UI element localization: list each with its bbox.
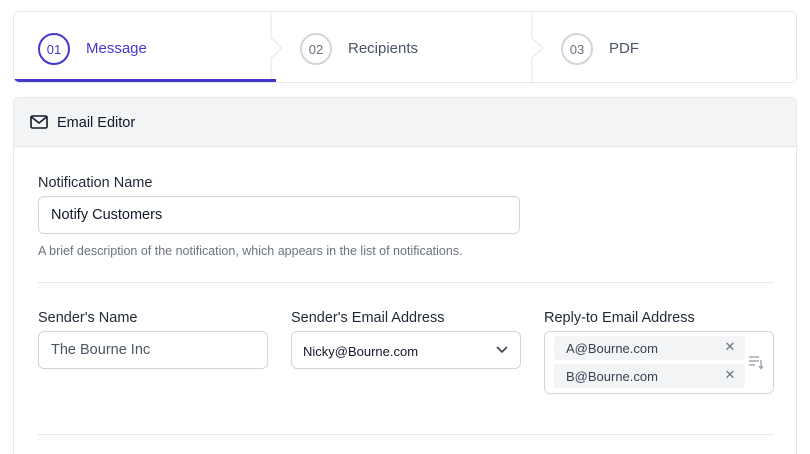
step-label: PDF xyxy=(609,40,639,57)
sender-email-value: Nicky@Bourne.com xyxy=(303,344,419,359)
step-number-circle: 03 xyxy=(561,33,593,65)
reply-to-chip: A@Bourne.com ✕ xyxy=(554,336,745,360)
sender-email-label: Sender's Email Address xyxy=(291,310,445,326)
step-recipients[interactable]: 02 Recipients xyxy=(276,12,537,82)
step-label: Message xyxy=(86,40,147,57)
mail-icon xyxy=(30,115,48,129)
remove-chip-icon[interactable]: ✕ xyxy=(723,340,737,354)
remove-chip-icon[interactable]: ✕ xyxy=(723,368,737,382)
divider xyxy=(38,282,774,283)
step-message[interactable]: 01 Message xyxy=(14,12,276,82)
card-title: Email Editor xyxy=(57,115,136,131)
reply-to-chip: B@Bourne.com ✕ xyxy=(554,364,745,388)
step-number-circle: 01 xyxy=(38,33,70,65)
sender-name-label: Sender's Name xyxy=(38,310,138,326)
step-label: Recipients xyxy=(348,40,419,57)
chip-label: A@Bourne.com xyxy=(566,341,658,356)
notification-name-input[interactable] xyxy=(38,196,520,234)
reply-to-multiselect[interactable]: A@Bourne.com ✕ B@Bourne.com ✕ xyxy=(544,331,774,394)
step-pdf[interactable]: 03 PDF xyxy=(537,12,796,82)
sender-email-select[interactable]: Nicky@Bourne.com xyxy=(291,331,521,369)
active-step-indicator xyxy=(14,79,276,82)
notification-name-help: A brief description of the notification,… xyxy=(38,244,463,258)
chip-label: B@Bourne.com xyxy=(566,369,658,384)
list-sort-icon[interactable] xyxy=(748,354,764,370)
card-header: Email Editor xyxy=(14,98,796,147)
email-editor-card: Email Editor Notification Name A brief d… xyxy=(13,97,797,454)
notification-name-label: Notification Name xyxy=(38,175,153,191)
stepper: 01 Message 02 Recipients 03 PDF xyxy=(13,11,797,83)
sender-name-input[interactable] xyxy=(38,331,268,369)
reply-to-label: Reply-to Email Address xyxy=(544,310,695,326)
step-number-circle: 02 xyxy=(300,33,332,65)
divider xyxy=(38,434,774,435)
chevron-down-icon xyxy=(496,346,508,354)
